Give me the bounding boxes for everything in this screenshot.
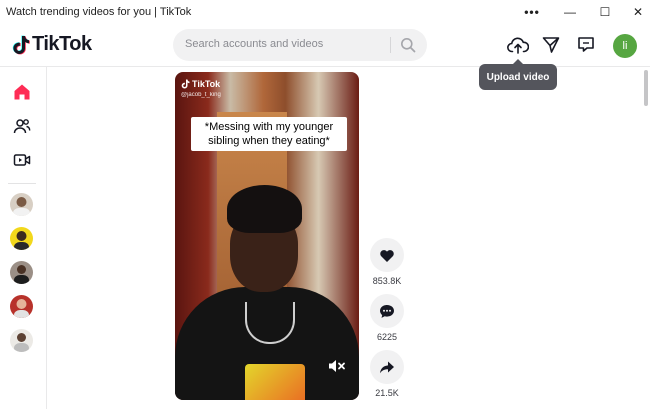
inbox-button[interactable]	[574, 33, 598, 57]
share-count: 21.5K	[375, 388, 399, 398]
send-icon	[542, 37, 560, 53]
tiktok-logo[interactable]: TikTok	[12, 33, 92, 56]
video-frame-scene	[245, 364, 305, 400]
user-avatar-image	[10, 261, 33, 284]
watermark-text: TikTok	[192, 79, 221, 89]
search-icon	[401, 38, 416, 53]
tiktok-note-icon	[181, 79, 190, 89]
messages-button[interactable]	[539, 33, 563, 57]
sidebar	[0, 67, 47, 409]
share-arrow-icon	[380, 361, 394, 373]
video-watermark: TikTok	[181, 79, 220, 89]
muted-speaker-icon	[329, 360, 345, 372]
window-titlebar: Watch trending videos for you | TikTok •…	[0, 0, 650, 24]
video-player[interactable]: TikTok @jacob_t_king *Messing with my yo…	[175, 72, 359, 400]
page-scrollbar[interactable]	[644, 70, 648, 106]
video-caption: *Messing with my younger sibling when th…	[191, 117, 347, 151]
user-avatar-image	[10, 227, 33, 250]
like-button[interactable]	[370, 238, 404, 272]
video-frame-scene	[227, 185, 302, 233]
comment-button[interactable]	[370, 294, 404, 328]
profile-avatar[interactable]: li	[613, 34, 637, 58]
maximize-button[interactable]: ☐	[587, 0, 623, 24]
sidebar-item-following[interactable]	[11, 115, 33, 137]
search-divider	[390, 37, 391, 53]
like-count: 853.8K	[372, 276, 402, 286]
suggested-account-avatar[interactable]	[10, 295, 33, 318]
minimize-button[interactable]: —	[552, 0, 588, 24]
mute-button[interactable]	[327, 358, 347, 374]
window-title: Watch trending videos for you | TikTok	[6, 6, 192, 18]
search-button[interactable]	[399, 36, 417, 54]
watermark-username: @jacob_t_king	[181, 92, 221, 98]
share-button[interactable]	[370, 350, 404, 384]
logo-text: TikTok	[32, 33, 92, 55]
top-header: TikTok Search accounts and videos	[0, 24, 650, 67]
suggested-account-avatar[interactable]	[10, 193, 33, 216]
users-icon	[13, 119, 31, 134]
suggested-account-avatar[interactable]	[10, 227, 33, 250]
search-bar[interactable]: Search accounts and videos	[173, 29, 427, 61]
more-options-button[interactable]: •••	[514, 0, 550, 24]
sidebar-item-home[interactable]	[11, 81, 33, 103]
close-button[interactable]: ✕	[620, 0, 650, 24]
tiktok-note-icon	[12, 35, 30, 54]
home-icon	[14, 84, 30, 100]
upload-tooltip: Upload video	[479, 59, 557, 90]
user-avatar-image	[10, 295, 33, 318]
inbox-icon	[578, 37, 594, 52]
sidebar-divider	[8, 183, 36, 184]
cloud-upload-icon	[507, 37, 529, 54]
sidebar-item-live[interactable]	[11, 149, 33, 171]
suggested-account-avatar[interactable]	[10, 329, 33, 352]
user-avatar-image	[10, 193, 33, 216]
user-avatar-image	[10, 329, 33, 352]
upload-button[interactable]	[506, 33, 530, 57]
heart-icon	[380, 249, 394, 262]
suggested-account-avatar[interactable]	[10, 261, 33, 284]
comment-count: 6225	[376, 332, 398, 342]
comment-icon	[380, 304, 394, 318]
live-video-icon	[13, 154, 31, 166]
search-input[interactable]: Search accounts and videos	[185, 38, 323, 50]
